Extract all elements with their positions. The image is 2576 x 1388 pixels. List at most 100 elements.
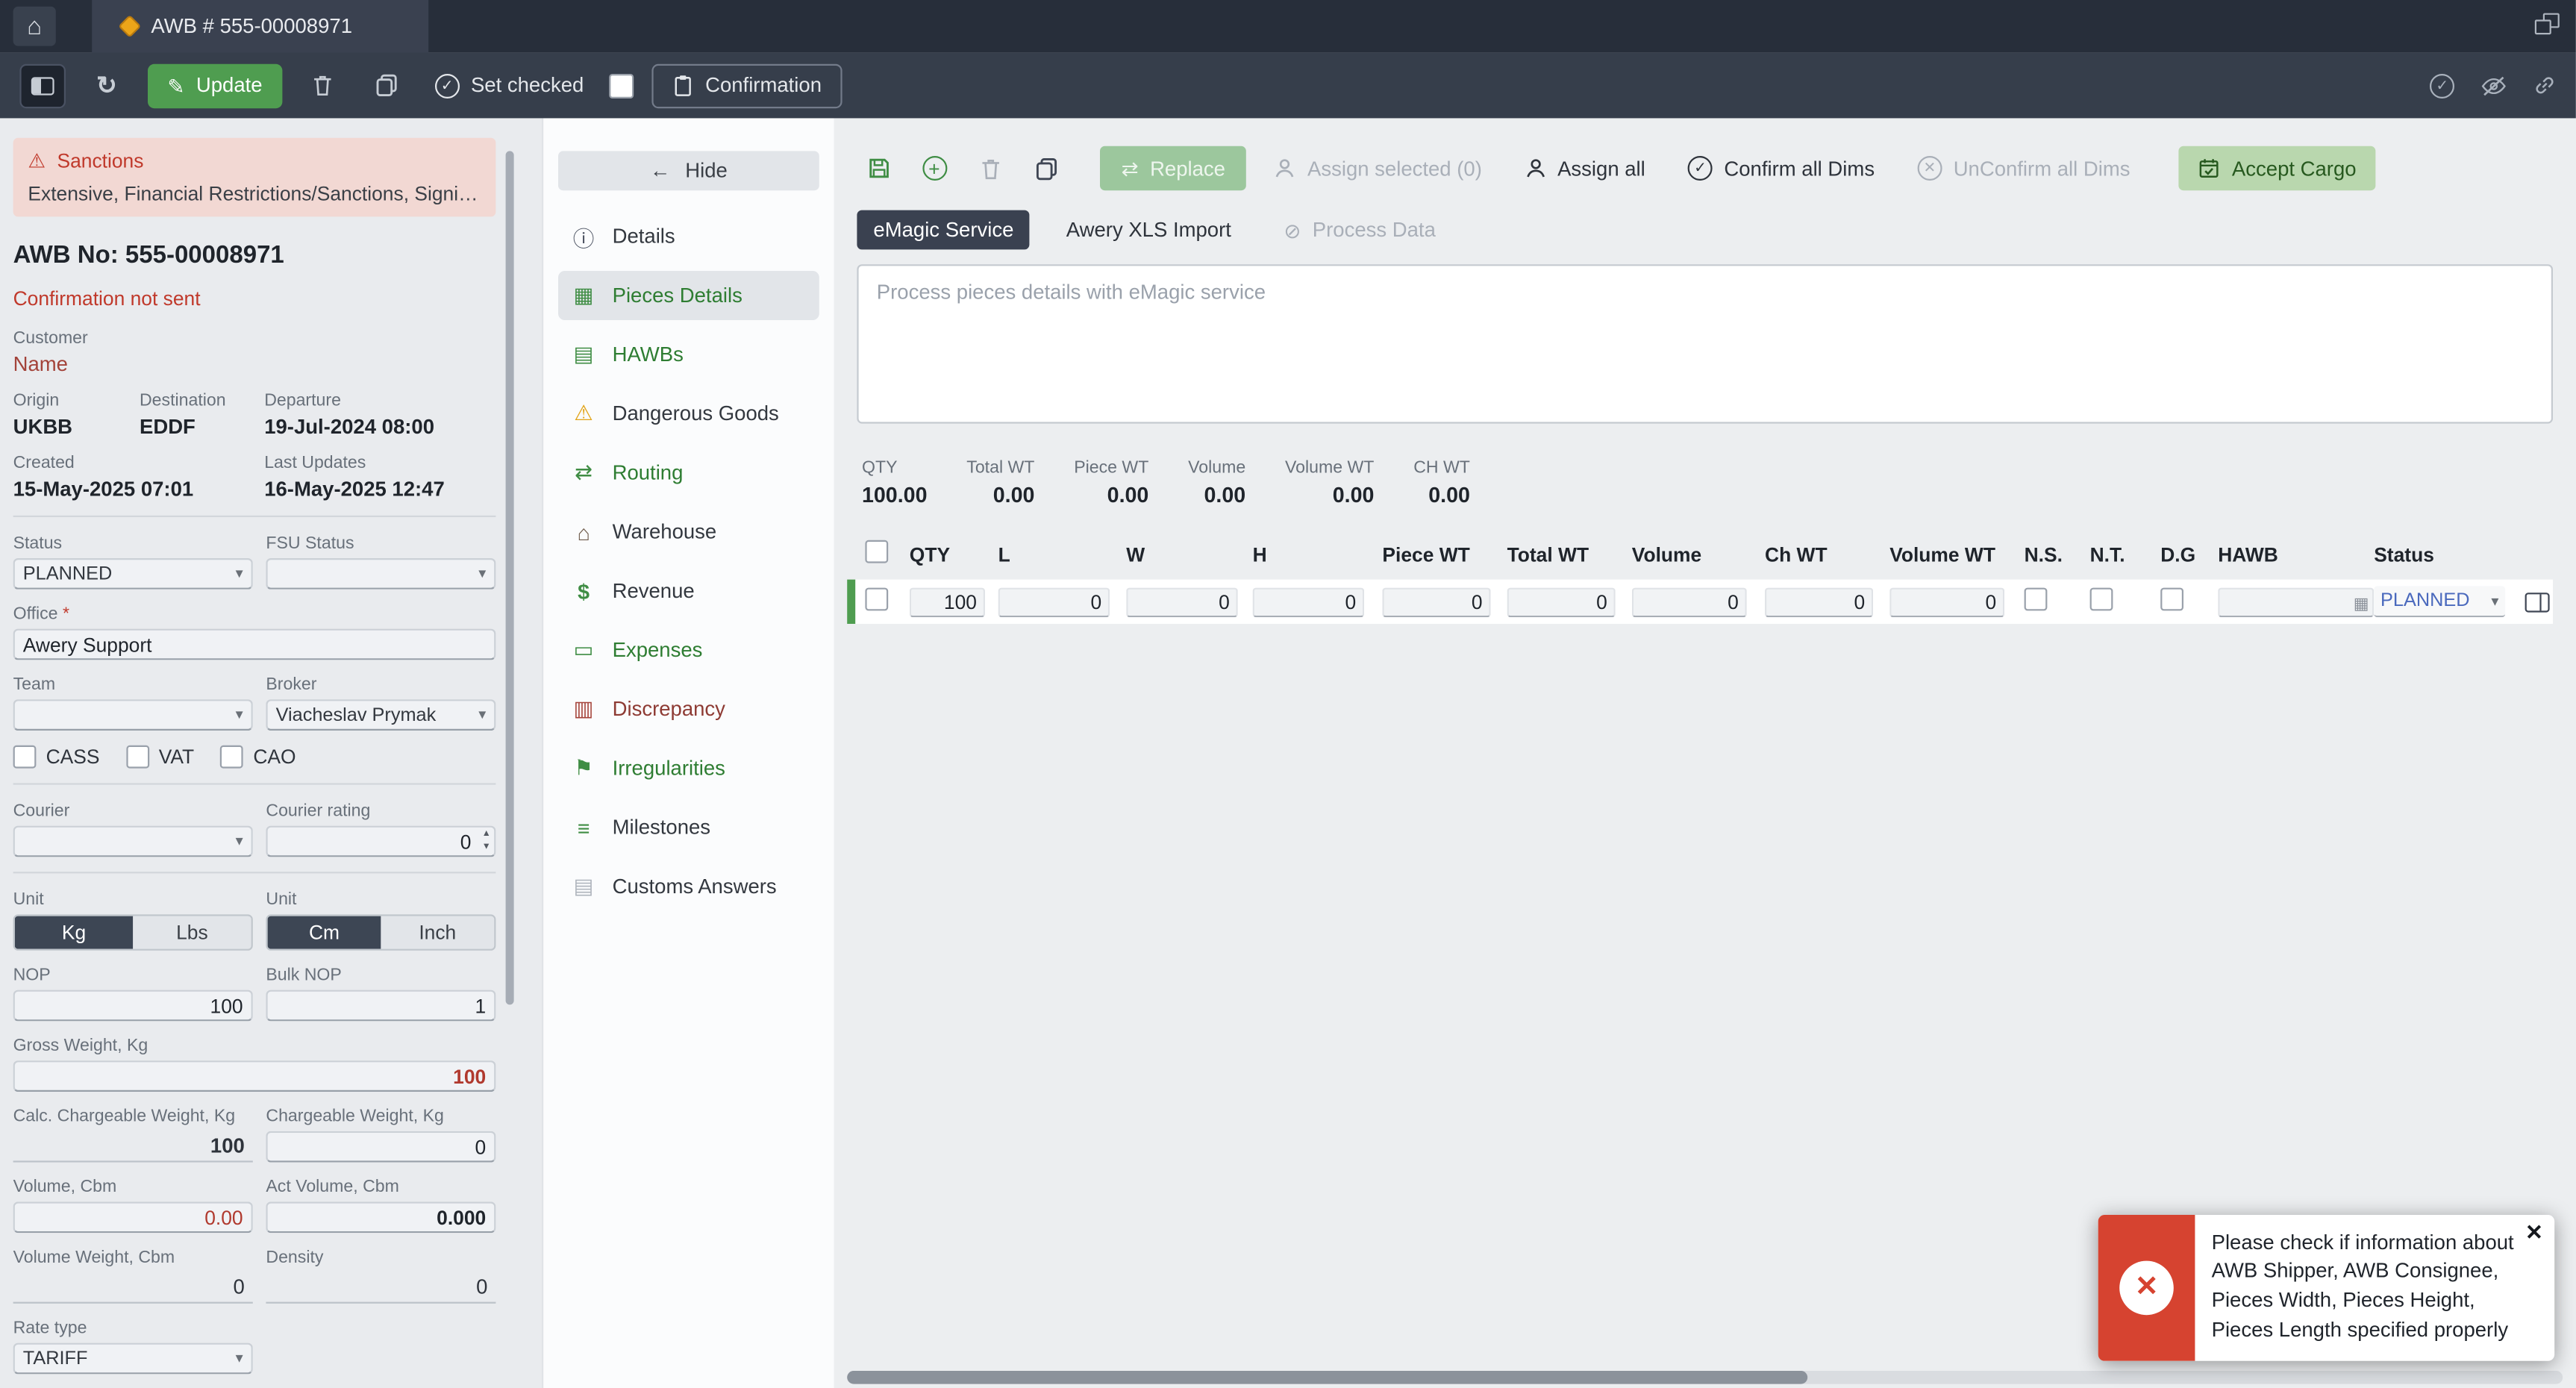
check-circle-icon: ✓: [1687, 156, 1713, 181]
hide-eye-button[interactable]: [2480, 75, 2507, 96]
set-checked-checkbox[interactable]: [608, 72, 634, 98]
nav-item-expenses[interactable]: ▭ Expenses: [558, 625, 819, 675]
row-w-input[interactable]: [1126, 587, 1238, 617]
awb-tab[interactable]: AWB # 555-00008971: [92, 0, 429, 53]
delete-button[interactable]: [300, 63, 346, 107]
tab-emagic-service[interactable]: eMagic Service: [857, 210, 1031, 250]
broker-select[interactable]: Viacheslav Prymak ▾: [266, 699, 496, 731]
status-select[interactable]: PLANNED ▾: [13, 558, 253, 590]
refresh-button[interactable]: ↻: [84, 63, 130, 107]
nav-item-discrepancy[interactable]: ▥ Discrepancy: [558, 684, 819, 734]
row-ch-wt-input[interactable]: [1765, 587, 1874, 617]
hide-nav-button[interactable]: ← Hide: [558, 151, 819, 191]
row-total-wt-input[interactable]: [1507, 587, 1616, 617]
kg-button[interactable]: Kg: [14, 916, 134, 949]
sanctions-banner[interactable]: ⚠ Sanctions Extensive, Financial Restric…: [13, 137, 496, 217]
confirmation-button[interactable]: Confirmation: [651, 63, 843, 108]
person-icon: [1525, 157, 1546, 179]
row-ns-checkbox[interactable]: [2024, 587, 2048, 611]
tab-awery-xls-import[interactable]: Awery XLS Import: [1050, 210, 1248, 250]
act-volume-input[interactable]: [266, 1201, 496, 1234]
cm-button[interactable]: Cm: [267, 916, 381, 949]
horizontal-scrollbar[interactable]: [847, 1369, 2563, 1384]
row-volume-input[interactable]: [1631, 587, 1747, 617]
nav-item-customs-answers[interactable]: ▤ Customs Answers: [558, 862, 819, 911]
chargeable-weight-input[interactable]: [266, 1131, 496, 1163]
set-checked-button[interactable]: ✓ Set checked: [428, 72, 590, 98]
emagic-textarea[interactable]: [857, 264, 2554, 424]
update-button[interactable]: ✎ Update: [148, 63, 282, 108]
toast-close-button[interactable]: ✕: [2525, 1221, 2543, 1242]
rate-type-select[interactable]: TARIFF ▾: [13, 1342, 253, 1375]
row-dg-checkbox[interactable]: [2160, 587, 2183, 611]
nav-item-warehouse[interactable]: ⌂ Warehouse: [558, 507, 819, 557]
accept-cargo-button[interactable]: Accept Cargo: [2178, 146, 2376, 191]
assign-all-button[interactable]: Assign all: [1510, 146, 1660, 190]
volume-weight-value: 0: [13, 1272, 253, 1304]
link-button[interactable]: [2533, 74, 2557, 97]
row-qty-input[interactable]: [909, 587, 985, 617]
nav-item-routing[interactable]: ⇄ Routing: [558, 448, 819, 498]
courier-rating-input[interactable]: [266, 825, 496, 857]
row-h-input[interactable]: [1252, 587, 1365, 617]
save-button[interactable]: [857, 147, 899, 190]
chevron-down-icon: ▾: [478, 706, 487, 722]
hawb-lookup-icon[interactable]: ▦: [2354, 595, 2369, 615]
status-select-value: PLANNED: [22, 563, 113, 584]
confirm-all-dims-button[interactable]: ✓ Confirm all Dims: [1673, 146, 1889, 190]
restore-window-icon[interactable]: [2535, 13, 2560, 35]
row-nt-checkbox[interactable]: [2089, 587, 2113, 611]
add-row-button[interactable]: +: [913, 147, 955, 190]
row-select-checkbox[interactable]: [865, 587, 889, 611]
lbs-button[interactable]: Lbs: [133, 916, 251, 949]
header-ch-wt: Ch WT: [1765, 543, 1828, 566]
row-piece-wt-input[interactable]: [1382, 587, 1491, 617]
row-volume-wt-input[interactable]: [1889, 587, 2005, 617]
duplicate-row-button[interactable]: [1025, 147, 1067, 190]
dates-info-row: Created 15-May-2025 07:01 Last Updates 1…: [13, 453, 496, 501]
nav-item-details[interactable]: ⓘ Details: [558, 212, 819, 261]
home-button[interactable]: ⌂: [13, 6, 56, 46]
nav-item-dangerous-goods[interactable]: ⚠ Dangerous Goods: [558, 389, 819, 438]
cao-checkbox[interactable]: [220, 745, 244, 769]
scrollbar-thumb[interactable]: [847, 1369, 1808, 1384]
columns-settings-icon[interactable]: [2525, 592, 2550, 612]
customer-value[interactable]: Name: [13, 353, 496, 376]
select-all-checkbox[interactable]: [865, 540, 889, 563]
fsu-status-select[interactable]: ▾: [266, 558, 496, 590]
sidebar-toggle-button[interactable]: [19, 63, 66, 108]
courier-select[interactable]: ▾: [13, 825, 253, 857]
row-status-select[interactable]: PLANNED ▾: [2374, 586, 2506, 618]
vat-checkbox[interactable]: [125, 745, 149, 769]
cass-checkbox[interactable]: [13, 745, 37, 769]
checked-status-icon[interactable]: ✓: [2430, 72, 2455, 98]
bulk-nop-input[interactable]: [266, 990, 496, 1022]
header-piece-wt: Piece WT: [1382, 543, 1470, 566]
nav-item-hawbs[interactable]: ▤ HAWBs: [558, 330, 819, 379]
act-volume-label: Act Volume, Cbm: [266, 1177, 399, 1197]
header-h: H: [1252, 543, 1267, 566]
replace-button[interactable]: ⇄ Replace: [1100, 146, 1247, 191]
sidebar-scrollbar[interactable]: [505, 151, 514, 1005]
cass-flag: CASS: [13, 745, 100, 769]
volume-input[interactable]: [13, 1201, 253, 1234]
nav-item-irregularities[interactable]: ⚑ Irregularities: [558, 744, 819, 793]
flags-row: CASS VAT CAO: [13, 745, 496, 769]
copy-button[interactable]: [364, 63, 410, 107]
nav-item-milestones[interactable]: ≡ Milestones: [558, 803, 819, 852]
team-select[interactable]: ▾: [13, 699, 253, 731]
nav-item-pieces-details[interactable]: ▦ Pieces Details: [558, 271, 819, 320]
inch-button[interactable]: Inch: [381, 916, 495, 949]
row-l-input[interactable]: [998, 587, 1110, 617]
nav-item-revenue[interactable]: $ Revenue: [558, 566, 819, 616]
delete-row-button[interactable]: [969, 147, 1011, 190]
header-w: W: [1126, 543, 1145, 566]
spinner-arrows-icon[interactable]: ▲ ▼: [482, 826, 491, 857]
assign-selected-button[interactable]: Assign selected (0): [1260, 146, 1496, 190]
nop-input[interactable]: [13, 990, 253, 1022]
row-hawb-input[interactable]: [2218, 587, 2375, 617]
tab-process-data[interactable]: ⊘ Process Data: [1267, 210, 1452, 250]
office-input[interactable]: [13, 628, 496, 660]
unconfirm-all-dims-button[interactable]: ✕ UnConfirm all Dims: [1902, 146, 2145, 190]
gross-weight-input[interactable]: [13, 1060, 496, 1092]
